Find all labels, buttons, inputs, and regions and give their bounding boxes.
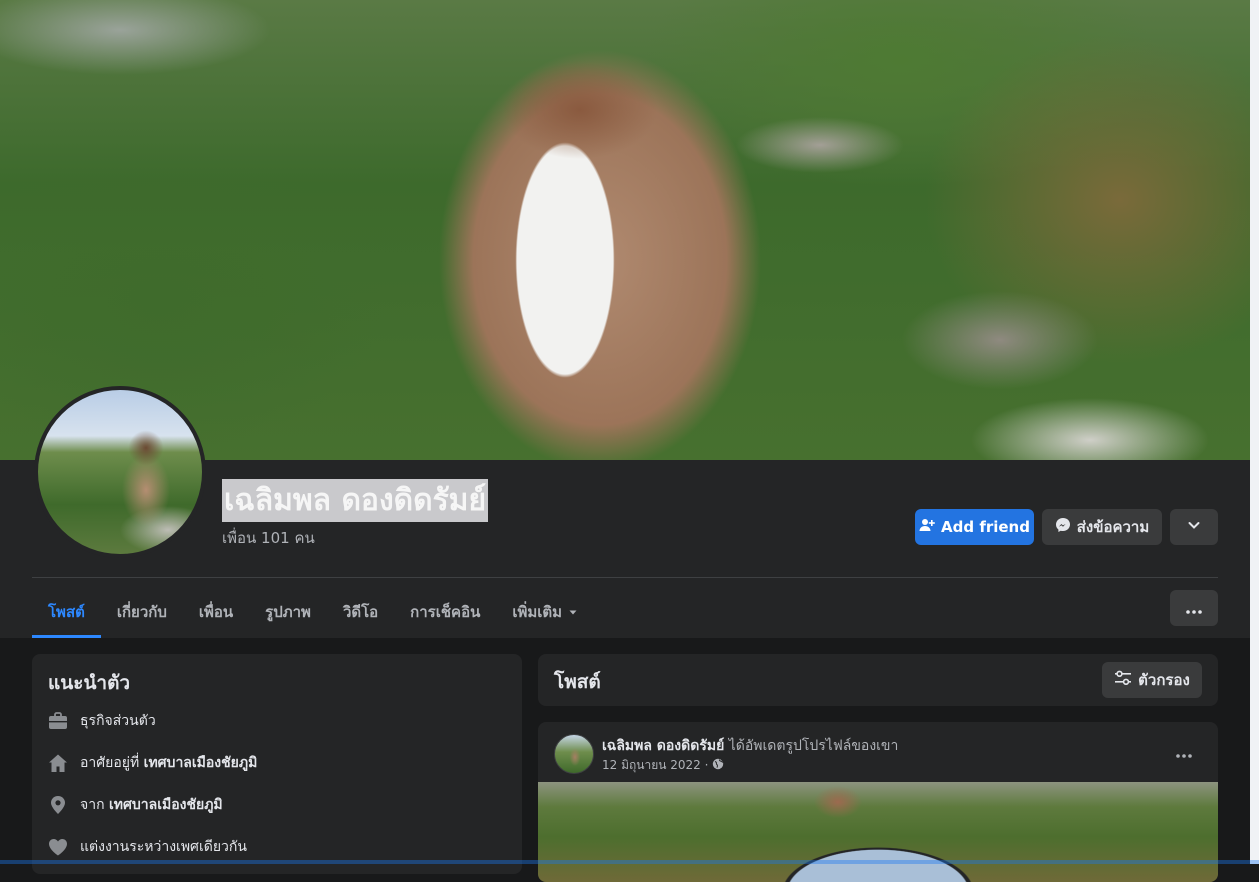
intro-item-lives-in: อาศัยอยู่ที่ เทศบาลเมืองชัยภูมิ: [48, 752, 257, 774]
post-author-avatar[interactable]: [554, 734, 594, 774]
filter-icon: [1114, 670, 1132, 690]
scrollbar-track: [1250, 0, 1259, 864]
location-pin-icon: [48, 795, 68, 815]
post-action-text: ได้อัพเดตรูปโปรไฟล์ของเขา: [724, 738, 899, 754]
messenger-icon: [1055, 517, 1071, 537]
profile-name-wrap: เฉลิมพล ดองดิดรัมย์: [222, 479, 489, 522]
heart-icon: [48, 837, 68, 857]
profile-avatar[interactable]: [34, 386, 206, 558]
intro-title: แนะนำตัว: [48, 672, 131, 694]
intro-item-from: จาก เทศบาลเมืองชัยภูมิ: [48, 794, 223, 816]
post-card: เฉลิมพล ดองดิดรัมย์ ได้อัพเดตรูปโปรไฟล์ข…: [538, 722, 1218, 882]
intro-item-text: แต่งงานระหว่างเพศเดียวกัน: [80, 839, 247, 855]
tab-label: เพิ่มเติม: [512, 603, 563, 621]
post-photo[interactable]: [538, 782, 1218, 882]
message-label: ส่งข้อความ: [1076, 518, 1150, 536]
tab-label: โพสต์: [48, 603, 85, 621]
tab-friends[interactable]: เพื่อน: [183, 586, 249, 638]
home-icon: [48, 753, 68, 773]
profile-more-button[interactable]: [1170, 509, 1218, 545]
tab-label: วิดีโอ: [342, 603, 379, 621]
intro-item-text: อาศัยอยู่ที่: [80, 755, 144, 771]
ellipsis-icon: [1186, 599, 1202, 618]
message-button[interactable]: ส่งข้อความ: [1042, 509, 1162, 545]
friends-count[interactable]: เพื่อน 101 คน: [222, 526, 315, 550]
intro-item-place-link[interactable]: เทศบาลเมืองชัยภูมิ: [144, 755, 258, 771]
post-author-name[interactable]: เฉลิมพล ดองดิดรัมย์: [602, 738, 724, 754]
tab-label: เกี่ยวกับ: [116, 603, 167, 621]
chevron-down-icon: [1187, 518, 1201, 536]
profile-tabs: โพสต์ เกี่ยวกับ เพื่อน รูปภาพ วิดีโอ การ…: [32, 586, 594, 638]
tab-about[interactable]: เกี่ยวกับ: [101, 586, 183, 638]
post-date[interactable]: 12 มิถุนายน 2022 ·: [602, 756, 708, 775]
intro-item-text: จาก: [80, 797, 109, 813]
tab-posts[interactable]: โพสต์: [32, 586, 101, 638]
tab-label: เพื่อน: [198, 603, 234, 621]
globe-icon: [712, 758, 724, 773]
tabs-more-button[interactable]: [1170, 590, 1218, 626]
tab-more[interactable]: เพิ่มเติม: [496, 586, 594, 638]
intro-item-relationship: แต่งงานระหว่างเพศเดียวกัน: [48, 836, 247, 858]
tab-label: การเช็คอิน: [410, 603, 481, 621]
ellipsis-icon: [1176, 743, 1192, 762]
add-friend-label: Add friend: [941, 518, 1030, 536]
post-options-button[interactable]: [1168, 738, 1200, 766]
intro-item-place-link[interactable]: เทศบาลเมืองชัยภูมิ: [109, 797, 223, 813]
tab-label: รูปภาพ: [265, 603, 311, 621]
posts-title: โพสต์: [554, 671, 601, 693]
add-user-icon: [919, 517, 935, 537]
filter-button[interactable]: ตัวกรอง: [1102, 662, 1202, 698]
tab-videos[interactable]: วิดีโอ: [327, 586, 394, 638]
post-meta: 12 มิถุนายน 2022 ·: [602, 756, 724, 775]
profile-name: เฉลิมพล ดองดิดรัมย์: [222, 479, 489, 522]
cover-photo[interactable]: [0, 0, 1259, 460]
tab-checkins[interactable]: การเช็คอิน: [394, 586, 496, 638]
intro-item-text: ธุรกิจส่วนตัว: [80, 713, 156, 729]
post-headline: เฉลิมพล ดองดิดรัมย์ ได้อัพเดตรูปโปรไฟล์ข…: [602, 735, 898, 757]
tab-photos[interactable]: รูปภาพ: [249, 586, 327, 638]
filter-label: ตัวกรอง: [1138, 671, 1190, 689]
header-divider: [32, 577, 1218, 578]
intro-card: แนะนำตัว ธุรกิจส่วนตัว อาศัยอยู่ที่ เทศบ…: [32, 654, 522, 874]
window-bottom-edge: [0, 860, 1259, 864]
intro-item-work: ธุรกิจส่วนตัว: [48, 710, 156, 732]
caret-down-icon: [568, 603, 578, 621]
briefcase-icon: [48, 711, 68, 731]
add-friend-button[interactable]: Add friend: [915, 509, 1034, 545]
posts-header-card: โพสต์ ตัวกรอง: [538, 654, 1218, 706]
